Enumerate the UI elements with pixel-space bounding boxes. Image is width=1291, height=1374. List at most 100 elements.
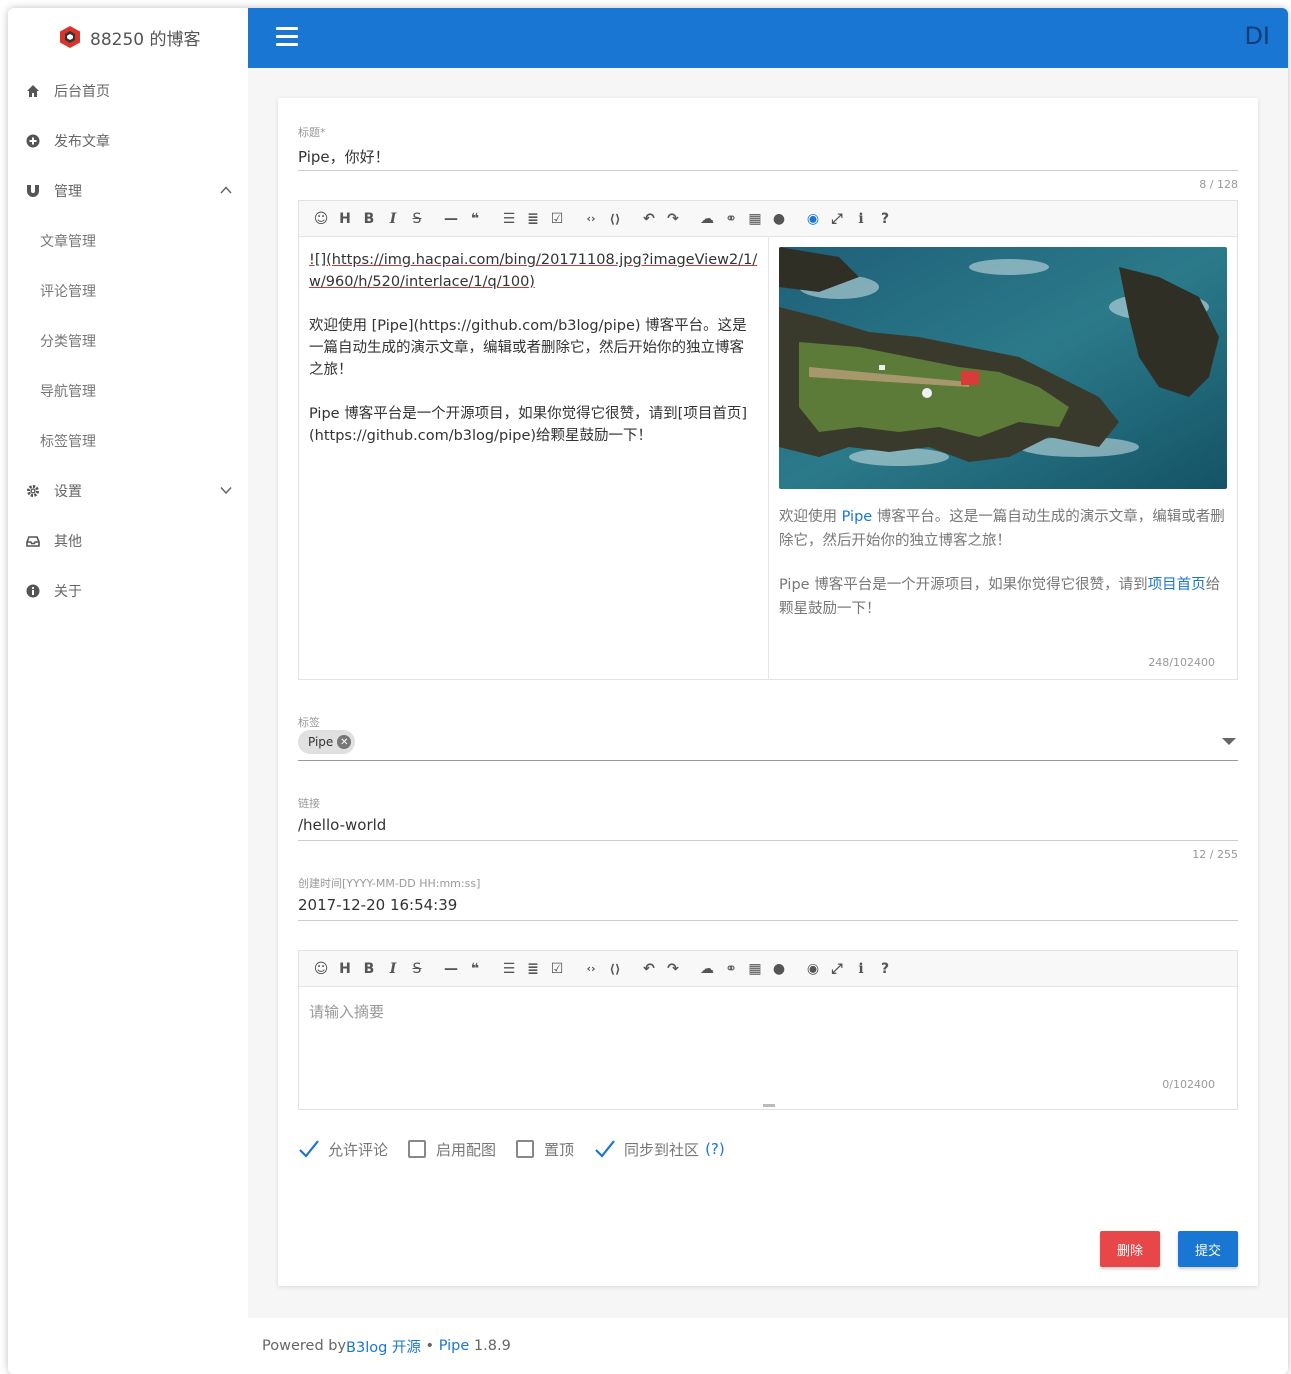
sidebar-item-publish[interactable]: 发布文章 xyxy=(8,116,248,166)
record-icon[interactable]: ● xyxy=(767,957,791,981)
quote-icon[interactable]: ❝ xyxy=(463,957,487,981)
sidebar-item-about[interactable]: 关于 xyxy=(8,566,248,616)
help-icon[interactable]: ? xyxy=(873,207,897,231)
sidebar: 88250 的博客 后台首页 发布文章 管理 文章管理 评论管理 分类管理 导航… xyxy=(8,8,248,1374)
pin-top-checkbox[interactable]: 置顶 xyxy=(516,1139,574,1160)
help-icon[interactable]: ? xyxy=(873,957,897,981)
source-para-welcome: 欢迎使用 [Pipe](https://github.com/b3log/pip… xyxy=(309,318,747,378)
tags-underline xyxy=(298,760,1238,761)
abstract-editor: ☺ H B I S — ❝ ☰ ≣ ☑ ‹› ⟨⟩ ↶ ↷ ☁ ⚭ ▦ ● ◉ … xyxy=(298,950,1238,1110)
chevron-down-icon[interactable] xyxy=(220,484,232,496)
unordered-list-icon[interactable]: ☰ xyxy=(497,957,521,981)
italic-icon[interactable]: I xyxy=(381,207,405,231)
emoji-icon[interactable]: ☺ xyxy=(309,207,333,231)
tags-label: 标签 xyxy=(298,716,320,729)
inline-code-icon[interactable]: ‹› xyxy=(579,207,603,231)
upload-icon[interactable]: ☁ xyxy=(695,207,719,231)
main-content: 标题* Pipe，你好！ 8 / 128 ☺ H B I S — ❝ ☰ ≣ ☑… xyxy=(248,68,1288,1374)
strikethrough-icon[interactable]: S xyxy=(405,207,429,231)
upload-icon[interactable]: ☁ xyxy=(695,957,719,981)
logo-icon xyxy=(60,26,80,48)
table-icon[interactable]: ▦ xyxy=(743,957,767,981)
table-icon[interactable]: ▦ xyxy=(743,207,767,231)
submit-button[interactable]: 提交 xyxy=(1178,1231,1238,1267)
allow-comment-checkbox[interactable]: 允许评论 xyxy=(298,1138,388,1160)
redo-icon[interactable]: ↷ xyxy=(661,207,685,231)
record-icon[interactable]: ● xyxy=(767,207,791,231)
info-icon[interactable]: i xyxy=(849,207,873,231)
sidebar-subitem-tags[interactable]: 标签管理 xyxy=(8,416,248,466)
strikethrough-icon[interactable]: S xyxy=(405,957,429,981)
brand[interactable]: 88250 的博客 xyxy=(8,8,248,66)
sidebar-item-dashboard[interactable]: 后台首页 xyxy=(8,66,248,116)
undo-icon[interactable]: ↶ xyxy=(637,957,661,981)
b3log-link[interactable]: B3log 开源 xyxy=(346,1336,421,1357)
sync-community-checkbox[interactable]: 同步到社区 (?) xyxy=(594,1138,725,1160)
preview-link-homepage[interactable]: 项目首页 xyxy=(1148,577,1206,593)
preview-link-pipe[interactable]: Pipe xyxy=(842,509,873,525)
abstract-counter: 0/102400 xyxy=(1162,1078,1215,1091)
redo-icon[interactable]: ↷ xyxy=(661,957,685,981)
resize-handle[interactable] xyxy=(763,1104,775,1107)
preview-icon[interactable]: ◉ xyxy=(801,957,825,981)
sidebar-item-other[interactable]: 其他 xyxy=(8,516,248,566)
pipe-link[interactable]: Pipe xyxy=(439,1338,470,1354)
abstract-input[interactable]: 请输入摘要 xyxy=(309,1001,384,1022)
code-block-icon[interactable]: ⟨⟩ xyxy=(603,207,627,231)
info-icon[interactable]: i xyxy=(849,957,873,981)
abstract-toolbar: ☺ H B I S — ❝ ☰ ≣ ☑ ‹› ⟨⟩ ↶ ↷ ☁ ⚭ ▦ ● ◉ … xyxy=(299,951,1237,987)
help-link[interactable]: (?) xyxy=(705,1140,725,1158)
sidebar-item-manage[interactable]: 管理 xyxy=(8,166,248,216)
sidebar-subitem-categories[interactable]: 分类管理 xyxy=(8,316,248,366)
link-counter: 12 / 255 xyxy=(1192,848,1238,861)
plus-circle-icon xyxy=(26,134,40,148)
checklist-icon[interactable]: ☑ xyxy=(545,207,569,231)
fullscreen-icon[interactable]: ⤢ xyxy=(825,207,849,231)
link-input[interactable]: /hello-world xyxy=(298,816,386,834)
preview-para-opensource: Pipe 博客平台是一个开源项目，如果你觉得它很赞，请到项目首页给颗星鼓励一下！ xyxy=(779,577,1221,617)
emoji-icon[interactable]: ☺ xyxy=(309,957,333,981)
source-para-opensource: Pipe 博客平台是一个开源项目，如果你觉得它很赞，请到[项目首页](https… xyxy=(309,406,747,444)
link-label: 链接 xyxy=(298,797,320,810)
app-window: 88250 的博客 后台首页 发布文章 管理 文章管理 评论管理 分类管理 导航… xyxy=(8,8,1288,1374)
sidebar-subitem-comments[interactable]: 评论管理 xyxy=(8,266,248,316)
tag-chip[interactable]: Pipe ✕ xyxy=(298,730,356,754)
unordered-list-icon[interactable]: ☰ xyxy=(497,207,521,231)
title-input[interactable]: Pipe，你好！ xyxy=(298,146,390,167)
ordered-list-icon[interactable]: ≣ xyxy=(521,957,545,981)
code-block-icon[interactable]: ⟨⟩ xyxy=(603,957,627,981)
article-form: 标题* Pipe，你好！ 8 / 128 ☺ H B I S — ❝ ☰ ≣ ☑… xyxy=(278,98,1258,1286)
link-icon[interactable]: ⚭ xyxy=(719,207,743,231)
fullscreen-icon[interactable]: ⤢ xyxy=(825,957,849,981)
undo-icon[interactable]: ↶ xyxy=(637,207,661,231)
enable-cover-checkbox[interactable]: 启用配图 xyxy=(408,1139,496,1160)
close-icon[interactable]: ✕ xyxy=(337,735,352,749)
menu-icon[interactable] xyxy=(276,27,298,47)
delete-button[interactable]: 删除 xyxy=(1100,1231,1160,1267)
avatar[interactable]: DI xyxy=(1244,22,1270,50)
horizontal-rule-icon[interactable]: — xyxy=(439,207,463,231)
ordered-list-icon[interactable]: ≣ xyxy=(521,207,545,231)
chevron-down-icon[interactable] xyxy=(1222,738,1236,745)
inline-code-icon[interactable]: ‹› xyxy=(579,957,603,981)
markdown-source[interactable]: ![](https://img.hacpai.com/bing/20171108… xyxy=(299,237,769,679)
bold-icon[interactable]: B xyxy=(357,207,381,231)
brand-name: 88250 的博客 xyxy=(90,29,201,50)
link-icon[interactable]: ⚭ xyxy=(719,957,743,981)
chevron-up-icon[interactable] xyxy=(220,184,232,196)
checklist-icon[interactable]: ☑ xyxy=(545,957,569,981)
heading-icon[interactable]: H xyxy=(333,957,357,981)
sidebar-item-label: 关于 xyxy=(54,584,82,600)
sidebar-item-label: 后台首页 xyxy=(54,84,110,100)
sidebar-subitem-articles[interactable]: 文章管理 xyxy=(8,216,248,266)
sidebar-item-settings[interactable]: 设置 xyxy=(8,466,248,516)
heading-icon[interactable]: H xyxy=(333,207,357,231)
created-time-input[interactable]: 2017-12-20 16:54:39 xyxy=(298,896,457,914)
quote-icon[interactable]: ❝ xyxy=(463,207,487,231)
bold-icon[interactable]: B xyxy=(357,957,381,981)
italic-icon[interactable]: I xyxy=(381,957,405,981)
preview-icon[interactable]: ◉ xyxy=(801,207,825,231)
horizontal-rule-icon[interactable]: — xyxy=(439,957,463,981)
sidebar-subitem-navigation[interactable]: 导航管理 xyxy=(8,366,248,416)
link-underline xyxy=(298,840,1238,841)
